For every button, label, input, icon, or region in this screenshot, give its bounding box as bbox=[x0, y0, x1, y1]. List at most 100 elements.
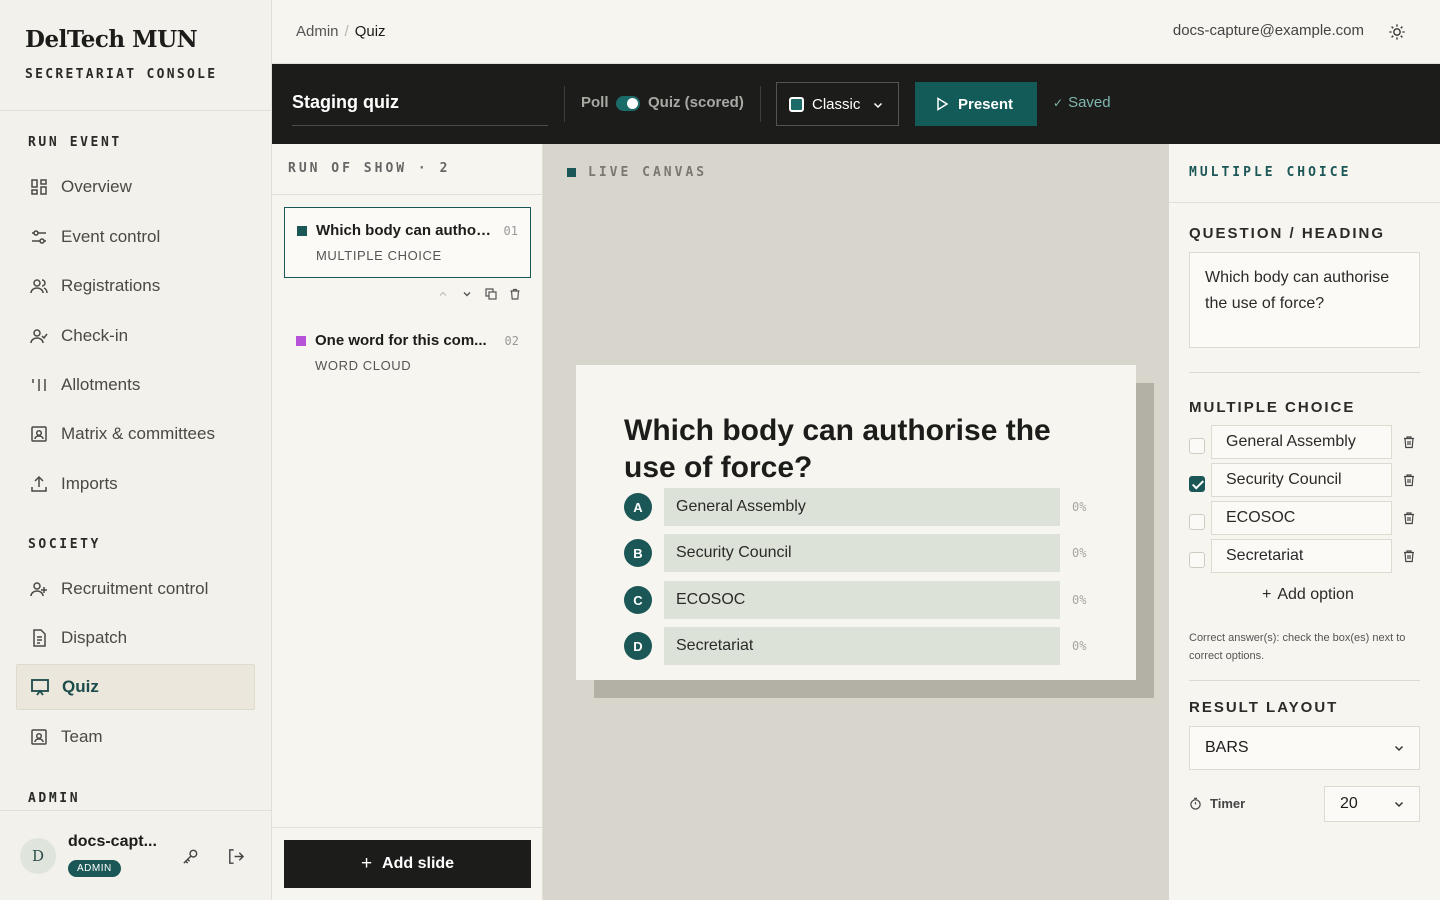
sidebar-item-quiz[interactable]: Quiz bbox=[16, 664, 255, 710]
add-slide-button[interactable]: + Add slide bbox=[284, 840, 531, 888]
trash-icon[interactable] bbox=[1402, 549, 1416, 563]
option-percent: 0% bbox=[1072, 639, 1087, 653]
add-option-label: Add option bbox=[1277, 586, 1354, 603]
inspector-title: MULTIPLE CHOICE bbox=[1189, 165, 1352, 180]
chevron-down-icon bbox=[1394, 801, 1404, 808]
save-status-label: Saved bbox=[1068, 94, 1111, 111]
add-option-button[interactable]: + Add option bbox=[1262, 586, 1360, 604]
sidebar-item-matrix-committees[interactable]: Matrix & committees bbox=[16, 411, 255, 457]
logout-icon[interactable] bbox=[226, 847, 245, 866]
correct-checkbox[interactable] bbox=[1189, 552, 1205, 568]
choice-input[interactable]: General Assembly bbox=[1211, 425, 1392, 459]
sidebar-item-check-in[interactable]: Check-in bbox=[16, 313, 255, 359]
timer-label: Timer bbox=[1210, 796, 1246, 811]
chevron-down-icon bbox=[873, 102, 883, 109]
inspector-divider bbox=[1189, 680, 1420, 681]
sidebar-item-imports[interactable]: Imports bbox=[16, 461, 255, 507]
slide-card-01[interactable]: Which body can authori... 01 MULTIPLE CH… bbox=[284, 207, 531, 278]
sidebar-item-registrations[interactable]: Registrations bbox=[16, 263, 255, 309]
sidebar-item-overview[interactable]: Overview bbox=[16, 164, 255, 210]
trash-icon[interactable] bbox=[1402, 435, 1416, 449]
breadcrumb-admin[interactable]: Admin bbox=[296, 23, 339, 40]
result-layout-select[interactable]: BARS bbox=[1189, 726, 1420, 770]
option-d: D Secretariat 0% bbox=[624, 627, 1094, 665]
mode-poll-label[interactable]: Poll bbox=[581, 94, 609, 111]
move-down-icon[interactable] bbox=[461, 288, 473, 300]
presentation-icon bbox=[31, 679, 49, 696]
choice-input[interactable]: Secretariat bbox=[1211, 539, 1392, 573]
choice-input[interactable]: Security Council bbox=[1211, 463, 1392, 497]
sidebar: DelTech MUN SECRETARIAT CONSOLE RUN EVEN… bbox=[0, 0, 272, 900]
quiz-toolbar: Staging quiz Poll Quiz (scored) Classic … bbox=[272, 64, 1440, 144]
plus-icon: + bbox=[360, 853, 373, 874]
inspector-header: MULTIPLE CHOICE bbox=[1169, 144, 1440, 203]
sidebar-item-team[interactable]: Team bbox=[16, 714, 255, 760]
slide-type: MULTIPLE CHOICE bbox=[316, 248, 442, 263]
sidebar-item-label: Overview bbox=[61, 177, 132, 196]
mode-quiz-label[interactable]: Quiz (scored) bbox=[648, 94, 744, 111]
sidebar-item-event-control[interactable]: Event control bbox=[16, 214, 255, 260]
option-b: B Security Council 0% bbox=[624, 534, 1094, 572]
quiz-title-input[interactable]: Staging quiz bbox=[292, 82, 548, 126]
sidebar-item-dispatch[interactable]: Dispatch bbox=[16, 615, 255, 661]
user-panel: D docs-capt... ADMIN bbox=[0, 810, 271, 900]
timer-value: 20 bbox=[1340, 795, 1358, 812]
stopwatch-icon bbox=[1190, 797, 1201, 810]
plus-icon: + bbox=[1262, 586, 1272, 603]
mode-toggle[interactable] bbox=[616, 96, 640, 111]
sidebar-item-label: Quiz bbox=[62, 677, 99, 696]
run-of-show-footer: + Add slide bbox=[272, 827, 543, 900]
option-bar: ECOSOC bbox=[664, 581, 1060, 619]
move-up-icon[interactable] bbox=[437, 288, 449, 300]
present-button[interactable]: Present bbox=[915, 82, 1037, 126]
delete-icon[interactable] bbox=[509, 288, 521, 300]
slide-card-02[interactable]: One word for this com... 02 WORD CLOUD bbox=[284, 318, 531, 389]
option-c: C ECOSOC 0% bbox=[624, 581, 1094, 619]
trash-icon[interactable] bbox=[1402, 473, 1416, 487]
question-textarea[interactable]: Which body can authorise the use of forc… bbox=[1189, 252, 1420, 348]
choice-row-2: Security Council bbox=[1189, 463, 1429, 505]
correct-checkbox[interactable] bbox=[1189, 514, 1205, 530]
id-card-icon bbox=[31, 426, 47, 442]
option-a: A General Assembly 0% bbox=[624, 488, 1094, 526]
result-layout-label: RESULT LAYOUT bbox=[1189, 699, 1339, 716]
trash-icon[interactable] bbox=[1402, 511, 1416, 525]
timer-select[interactable]: 20 bbox=[1324, 786, 1420, 822]
upload-icon bbox=[31, 475, 47, 492]
theme-toggle-sun-icon[interactable] bbox=[1388, 23, 1406, 41]
toolbar-divider bbox=[564, 86, 565, 122]
sidebar-item-label: Imports bbox=[61, 474, 118, 493]
choice-input[interactable]: ECOSOC bbox=[1211, 501, 1392, 535]
breadcrumb: Admin / Quiz bbox=[296, 23, 386, 40]
slide-number: 02 bbox=[504, 334, 519, 348]
breadcrumb-quiz: Quiz bbox=[354, 23, 386, 40]
sidebar-divider bbox=[0, 110, 271, 111]
theme-select[interactable]: Classic bbox=[776, 82, 899, 126]
sidebar-item-recruitment-control[interactable]: Recruitment control bbox=[16, 566, 255, 612]
account-email: docs-capture@example.com bbox=[1172, 22, 1364, 39]
sidebar-item-allotments[interactable]: Allotments bbox=[16, 362, 255, 408]
option-letter: B bbox=[624, 539, 652, 567]
slide-type-marker bbox=[297, 226, 307, 236]
run-of-show-title: RUN OF SHOW · 2 bbox=[288, 161, 451, 176]
role-badge: ADMIN bbox=[68, 860, 121, 877]
sliders-icon bbox=[32, 230, 46, 244]
slide-inspector: MULTIPLE CHOICE QUESTION / HEADING Which… bbox=[1169, 144, 1440, 900]
sidebar-item-label: Recruitment control bbox=[61, 579, 209, 598]
option-percent: 0% bbox=[1072, 546, 1087, 560]
duplicate-icon[interactable] bbox=[485, 288, 497, 300]
key-icon[interactable] bbox=[181, 847, 200, 866]
slide-question: Which body can authorise the use of forc… bbox=[624, 414, 1051, 484]
choice-row-4: Secretariat bbox=[1189, 539, 1429, 581]
choices-label: MULTIPLE CHOICE bbox=[1189, 399, 1356, 416]
option-letter: D bbox=[624, 632, 652, 660]
correct-checkbox[interactable] bbox=[1189, 476, 1205, 492]
correct-checkbox[interactable] bbox=[1189, 438, 1205, 454]
result-layout-value: BARS bbox=[1205, 739, 1249, 756]
sidebar-item-label: Event control bbox=[61, 227, 161, 246]
slide-type: WORD CLOUD bbox=[315, 358, 412, 373]
live-canvas: LIVE CANVAS Which body can authorise the… bbox=[543, 144, 1169, 900]
section-society: SOCIETY bbox=[28, 537, 101, 552]
avatar: D bbox=[20, 838, 56, 874]
sidebar-item-label: Registrations bbox=[61, 276, 161, 295]
